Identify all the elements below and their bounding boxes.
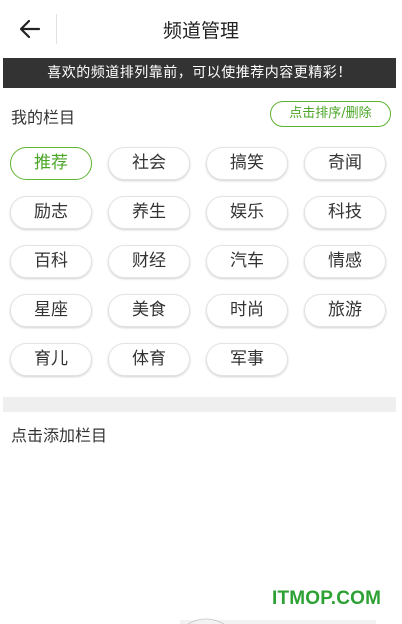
channel-chip[interactable]: 社会 xyxy=(108,147,190,180)
channel-chip[interactable]: 军事 xyxy=(206,343,288,376)
channel-chip[interactable]: 财经 xyxy=(108,245,190,278)
watermark-logo: ITMOP.COM xyxy=(272,588,382,609)
channel-chip[interactable]: 娱乐 xyxy=(206,196,288,229)
channel-chip[interactable]: 科技 xyxy=(304,196,386,229)
channel-chip[interactable]: 养生 xyxy=(108,196,190,229)
channel-chip[interactable]: 励志 xyxy=(10,196,92,229)
channel-chip[interactable]: 推荐 xyxy=(10,147,92,180)
channel-chip[interactable]: 育儿 xyxy=(10,343,92,376)
channel-chip[interactable]: 百科 xyxy=(10,245,92,278)
channel-chip[interactable]: 情感 xyxy=(304,245,386,278)
bottom-decoration xyxy=(180,618,376,624)
my-channels-title: 我的栏目 xyxy=(11,108,76,127)
channel-chip[interactable]: 星座 xyxy=(10,294,92,327)
sort-delete-button[interactable]: 点击排序/删除 xyxy=(270,101,391,127)
add-channels-title: 点击添加栏目 xyxy=(11,426,108,445)
channel-chip[interactable]: 时尚 xyxy=(206,294,288,327)
channel-chip[interactable]: 体育 xyxy=(108,343,190,376)
page-title: 频道管理 xyxy=(162,20,239,42)
channel-chip[interactable]: 汽车 xyxy=(206,245,288,278)
channel-chip[interactable]: 美食 xyxy=(108,294,190,327)
channel-chip[interactable]: 旅游 xyxy=(304,294,386,327)
channel-chip[interactable]: 搞笑 xyxy=(206,147,288,180)
channel-chip[interactable]: 奇闻 xyxy=(304,147,386,180)
my-channels-grid: 推荐 社会 搞笑 奇闻励志 养生 娱乐 科技百科 财经 汽车 情感星座 美食 时尚 旅游育儿 体育 军事 xyxy=(10,147,390,376)
section-separator xyxy=(3,397,396,412)
tip-banner: 喜欢的频道排列靠前，可以使推荐内容更精彩！ xyxy=(3,58,396,88)
top-bar: 频道管理 xyxy=(0,0,402,58)
